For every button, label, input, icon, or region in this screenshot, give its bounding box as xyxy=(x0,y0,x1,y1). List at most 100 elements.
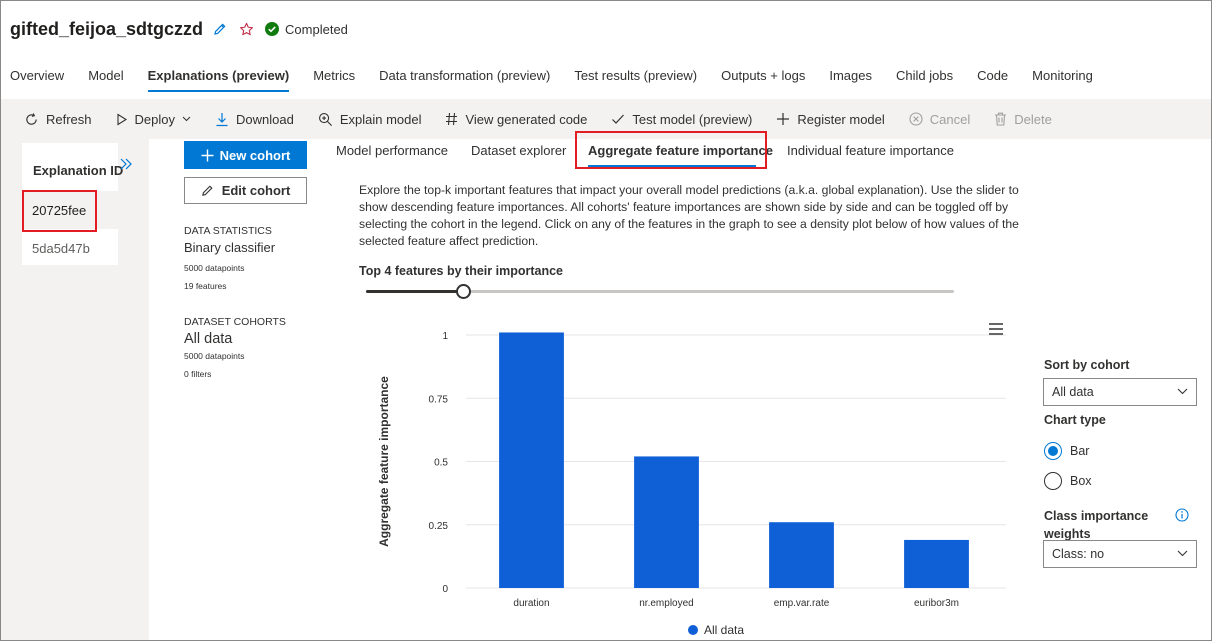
collapse-panel-button[interactable] xyxy=(118,156,134,172)
hamburger-menu-icon xyxy=(989,323,1003,335)
top-k-slider[interactable] xyxy=(366,284,954,299)
new-cohort-label: New cohort xyxy=(219,147,291,163)
cohort-datapoints: 5000 datapoints xyxy=(184,351,245,361)
edit-cohort-button[interactable]: Edit cohort xyxy=(184,177,307,204)
new-cohort-button[interactable]: New cohort xyxy=(184,141,307,169)
register-model-label: Register model xyxy=(797,111,885,127)
trash-icon xyxy=(995,112,1007,126)
bar-duration xyxy=(499,332,564,588)
tab-test-results[interactable]: Test results (preview) xyxy=(574,68,697,92)
favorite-star-icon[interactable] xyxy=(237,20,255,38)
register-model-button[interactable]: Register model xyxy=(776,111,885,127)
chevron-down-icon xyxy=(182,116,191,122)
status-badge: Completed xyxy=(265,22,348,37)
explain-model-label: Explain model xyxy=(339,111,422,127)
refresh-icon xyxy=(26,112,37,125)
check-circle-icon xyxy=(265,22,280,36)
status-text: Completed xyxy=(285,21,348,37)
x-tick-label: nr.employed xyxy=(639,598,693,609)
cohort-filters: 0 filters xyxy=(184,369,212,379)
info-icon[interactable] xyxy=(1175,508,1189,522)
tab-overview[interactable]: Overview xyxy=(10,68,64,92)
sort-by-cohort-label: Sort by cohort xyxy=(1044,358,1130,372)
tab-dataset-explorer[interactable]: Dataset explorer xyxy=(471,143,566,158)
view-generated-code-button[interactable]: View generated code xyxy=(445,112,587,127)
y-tick-label: 0.75 xyxy=(429,394,449,405)
download-button[interactable]: Download xyxy=(215,112,294,127)
edit-pencil-icon xyxy=(201,185,213,196)
chart-type-label: Chart type xyxy=(1044,413,1106,427)
refresh-label: Refresh xyxy=(46,111,92,127)
bar-emp-var-rate xyxy=(769,522,834,588)
radio-dot xyxy=(1048,446,1058,456)
chart-menu-button[interactable] xyxy=(988,322,1004,336)
tab-data-transformation[interactable]: Data transformation (preview) xyxy=(379,68,550,92)
chevron-down-icon xyxy=(1177,388,1188,395)
test-model-label: Test model (preview) xyxy=(632,111,753,127)
run-title: gifted_feijoa_sdtgczzd xyxy=(10,18,204,39)
highlight-box-aggregate-tab xyxy=(575,131,767,169)
radio-circle-checked xyxy=(1044,442,1062,460)
sort-by-cohort-value: All data xyxy=(1052,385,1094,399)
y-tick-label: 0.25 xyxy=(429,521,449,532)
description-text: Explore the top-k important features tha… xyxy=(359,183,1019,248)
view-generated-code-label: View generated code xyxy=(465,111,588,127)
chart-type-box-radio[interactable]: Box xyxy=(1044,472,1092,490)
x-tick-label: duration xyxy=(513,598,549,609)
edit-pencil-icon[interactable] xyxy=(211,20,229,38)
explanation-item[interactable]: 5da5d47b xyxy=(22,229,118,267)
test-model-button[interactable]: Test model (preview) xyxy=(611,112,752,127)
tab-metrics[interactable]: Metrics xyxy=(313,68,355,92)
tab-model[interactable]: Model xyxy=(88,68,123,92)
cancel-label: Cancel xyxy=(929,111,971,127)
class-importance-weights-label: Class importance weights xyxy=(1044,509,1149,541)
y-tick-label: 0 xyxy=(442,584,448,595)
run-tabs: Overview Model Explanations (preview) Me… xyxy=(10,68,1117,98)
plus-icon xyxy=(777,113,790,125)
tab-child-jobs[interactable]: Child jobs xyxy=(896,68,953,92)
download-icon xyxy=(216,112,228,126)
tab-outputs-logs[interactable]: Outputs + logs xyxy=(721,68,805,92)
title-row: gifted_feijoa_sdtgczzd Completed xyxy=(10,18,348,40)
explanation-id-header: Explanation ID xyxy=(33,163,124,178)
explanation-id-text: 5da5d47b xyxy=(32,240,90,256)
chart-type-bar-radio[interactable]: Bar xyxy=(1044,442,1089,460)
tab-model-performance[interactable]: Model performance xyxy=(336,143,448,158)
slider-fill xyxy=(366,290,464,293)
delete-button[interactable]: Delete xyxy=(994,112,1052,127)
hashtag-icon xyxy=(446,112,458,126)
dataset-cohorts-label: DATASET COHORTS xyxy=(184,316,286,328)
cancel-circle-icon xyxy=(909,112,923,126)
tab-explanations[interactable]: Explanations (preview) xyxy=(147,68,289,92)
checkmark-icon xyxy=(612,114,625,124)
tab-individual-feature-importance[interactable]: Individual feature importance xyxy=(787,143,954,158)
play-icon xyxy=(116,113,127,125)
feature-importance-chart: 0 0.25 0.5 0.75 1 Aggregate feature importanc… xyxy=(377,331,1006,609)
tab-images[interactable]: Images xyxy=(829,68,872,92)
features-count: 19 features xyxy=(184,281,227,291)
x-tick-label: euribor3m xyxy=(914,598,959,609)
radio-label-box: Box xyxy=(1070,474,1092,488)
deploy-label: Deploy xyxy=(134,111,175,127)
bar-euribor3m xyxy=(904,539,969,588)
datapoints-count: 5000 datapoints xyxy=(184,263,245,273)
radio-circle xyxy=(1044,472,1062,490)
classifier-type: Binary classifier xyxy=(184,240,276,255)
chart-legend-item[interactable]: All data xyxy=(688,623,744,637)
explain-model-button[interactable]: Explain model xyxy=(318,111,422,127)
sort-by-cohort-dropdown[interactable]: All data xyxy=(1043,378,1197,406)
class-weights-dropdown[interactable]: Class: no xyxy=(1043,540,1197,568)
edit-cohort-label: Edit cohort xyxy=(221,183,291,198)
tab-monitoring[interactable]: Monitoring xyxy=(1032,68,1093,92)
y-axis-title: Aggregate feature importance xyxy=(377,376,391,547)
legend-color-dot xyxy=(688,625,698,635)
chevron-down-icon xyxy=(1177,550,1188,557)
bar-nr-employed xyxy=(634,456,699,588)
cancel-button[interactable]: Cancel xyxy=(909,112,970,127)
slider-thumb[interactable] xyxy=(456,284,472,299)
tab-code[interactable]: Code xyxy=(977,68,1008,92)
highlight-box-explanation-id xyxy=(22,190,97,232)
top-k-label: Top 4 features by their importance xyxy=(359,264,563,278)
refresh-button[interactable]: Refresh xyxy=(24,112,92,127)
deploy-button[interactable]: Deploy xyxy=(116,112,191,127)
